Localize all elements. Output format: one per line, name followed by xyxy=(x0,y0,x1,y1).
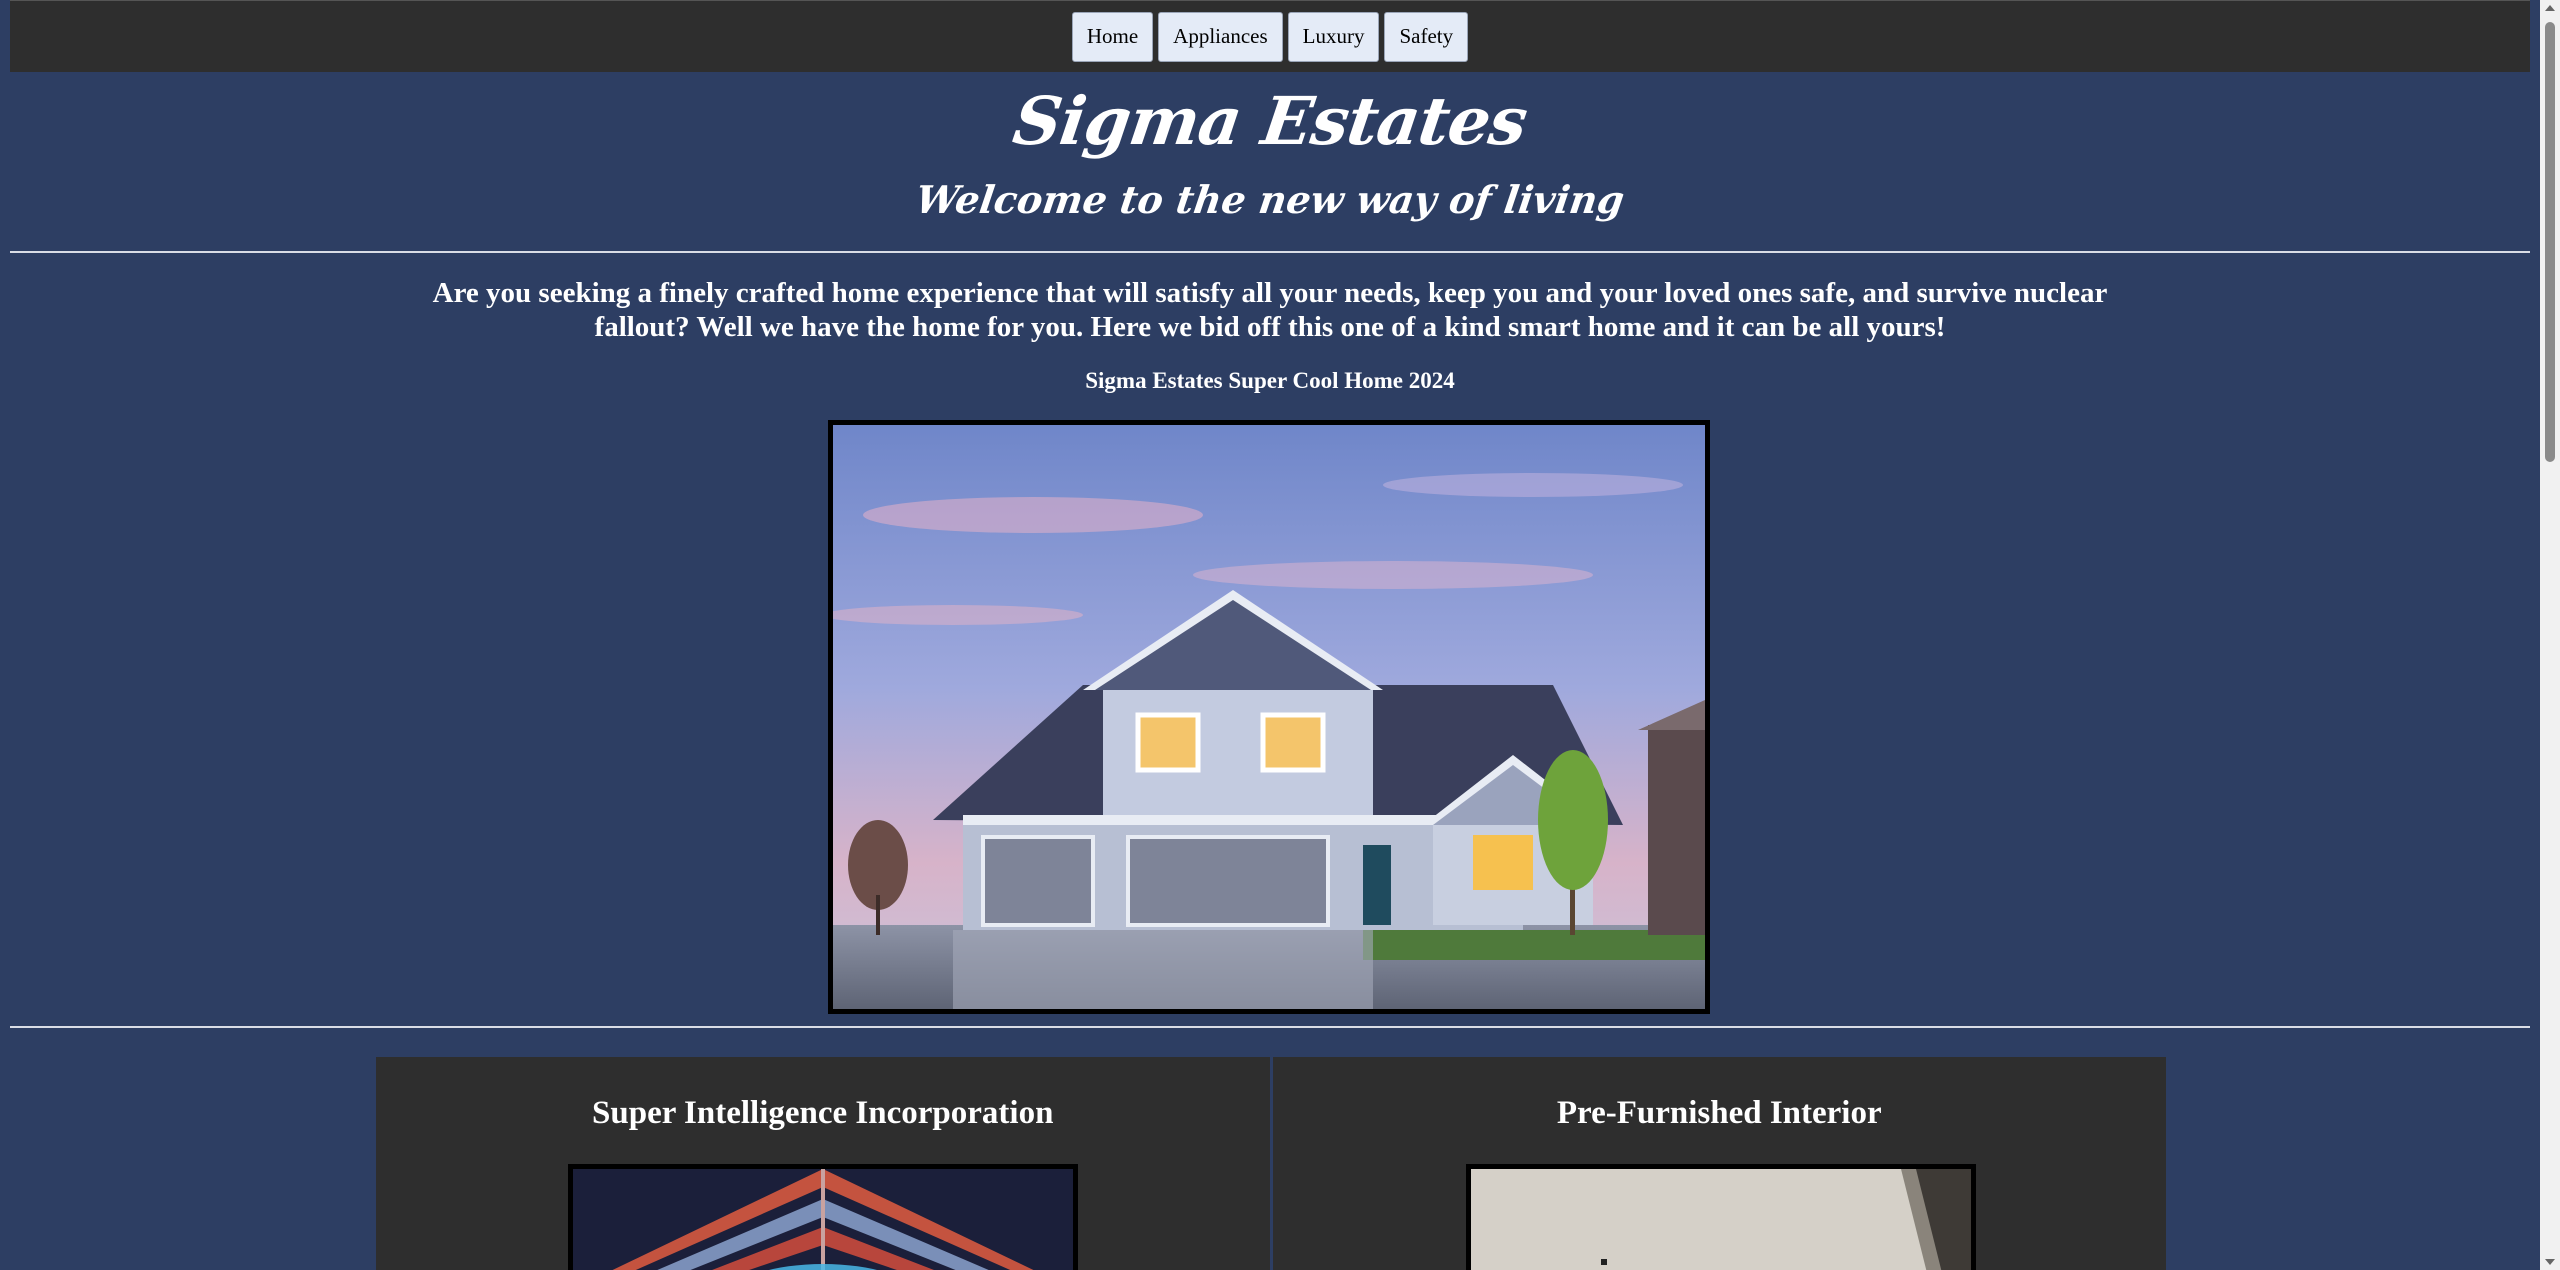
top-divider xyxy=(10,251,2530,253)
feature-intelligence-image xyxy=(568,1164,1078,1270)
feature-card-interior: Pre-Furnished Interior xyxy=(1272,1057,2166,1270)
hero-house-image xyxy=(828,420,1710,1014)
top-navbar: Home Appliances Luxury Safety xyxy=(10,0,2530,72)
scroll-down-icon[interactable] xyxy=(2545,1259,2555,1265)
features-section: Super Intelligence Incorporation Pre-Fur… xyxy=(376,1057,2166,1270)
feature-title: Pre-Furnished Interior xyxy=(1556,1095,1882,1131)
site-title: Sigma Estates xyxy=(1008,82,1532,160)
nav-safety-button[interactable]: Safety xyxy=(1384,11,1469,62)
feature-interior-image xyxy=(1465,1164,1976,1270)
site-subtitle: Welcome to the new way of living xyxy=(912,177,1628,222)
bottom-divider xyxy=(10,1026,2530,1028)
vertical-scrollbar[interactable] xyxy=(2540,0,2560,1270)
feature-card-intelligence: Super Intelligence Incorporation xyxy=(376,1057,1270,1270)
hero-caption: Sigma Estates Super Cool Home 2024 xyxy=(1085,368,1455,393)
scrollbar-thumb[interactable] xyxy=(2545,22,2555,462)
nav-appliances-button[interactable]: Appliances xyxy=(1158,11,1283,62)
nav-home-button[interactable]: Home xyxy=(1071,11,1154,62)
intro-text: Are you seeking a finely crafted home ex… xyxy=(432,277,2108,343)
feature-title: Super Intelligence Incorporation xyxy=(592,1095,1054,1131)
nav-luxury-button[interactable]: Luxury xyxy=(1287,11,1380,62)
page: Home Appliances Luxury Safety Sigma Esta… xyxy=(10,0,2530,1270)
scroll-up-icon[interactable] xyxy=(2545,5,2555,11)
